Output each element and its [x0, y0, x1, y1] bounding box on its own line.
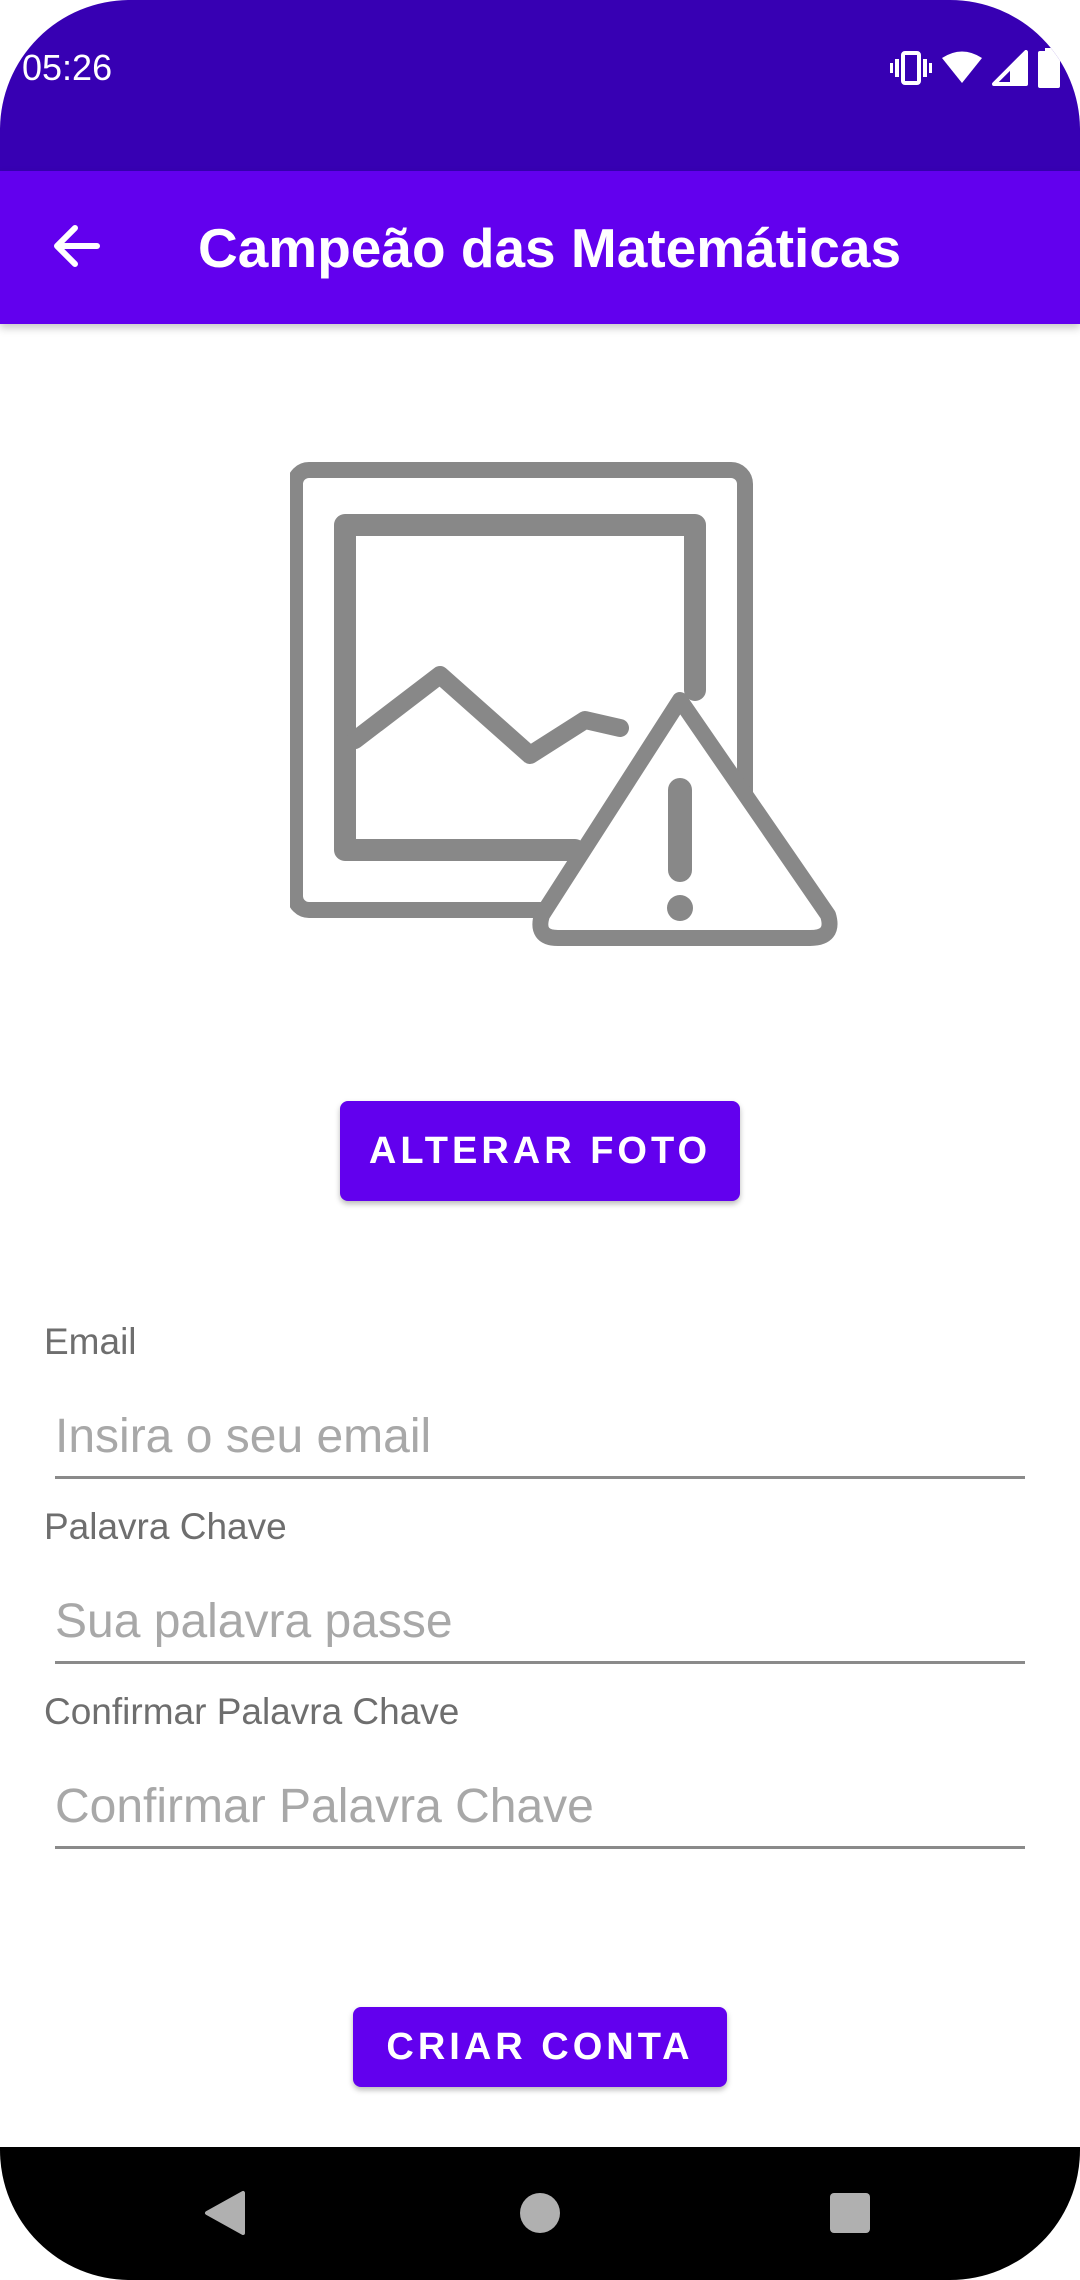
- confirm-password-label: Confirmar Palavra Chave: [44, 1691, 460, 1732]
- nav-home-button[interactable]: [500, 2175, 580, 2255]
- arrow-left-icon: [51, 224, 101, 273]
- confirm-password-field[interactable]: [55, 1766, 1025, 1849]
- status-bar: 05:26: [0, 0, 1080, 171]
- back-button[interactable]: [30, 202, 122, 294]
- broken-image-icon: [287, 462, 840, 984]
- email-label: Email: [44, 1321, 137, 1362]
- navigation-bar: [0, 2147, 1080, 2280]
- status-time: 05:26: [22, 47, 113, 88]
- status-icons: [890, 46, 1060, 90]
- phone-screen: 05:26 Campeão das Matemáticas ALTERAR FO…: [0, 0, 1080, 2280]
- password-label: Palavra Chave: [44, 1506, 287, 1547]
- back-triangle-icon: [203, 2189, 247, 2242]
- vibrate-icon: [890, 50, 932, 86]
- nav-back-button[interactable]: [185, 2175, 265, 2255]
- password-field[interactable]: [55, 1581, 1025, 1664]
- nav-recents-button[interactable]: [810, 2175, 890, 2255]
- app-title: Campeão das Matemáticas: [198, 217, 902, 279]
- home-circle-icon: [518, 2191, 562, 2240]
- create-account-button[interactable]: CRIAR CONTA: [353, 2007, 727, 2087]
- wifi-icon: [942, 51, 982, 85]
- change-photo-button[interactable]: ALTERAR FOTO: [340, 1101, 740, 1201]
- profile-photo: [287, 460, 840, 980]
- recents-square-icon: [829, 2192, 871, 2239]
- battery-icon: [1038, 48, 1060, 88]
- app-bar: Campeão das Matemáticas: [0, 171, 1080, 324]
- cell-signal-icon: [992, 50, 1028, 86]
- email-field[interactable]: [55, 1396, 1025, 1479]
